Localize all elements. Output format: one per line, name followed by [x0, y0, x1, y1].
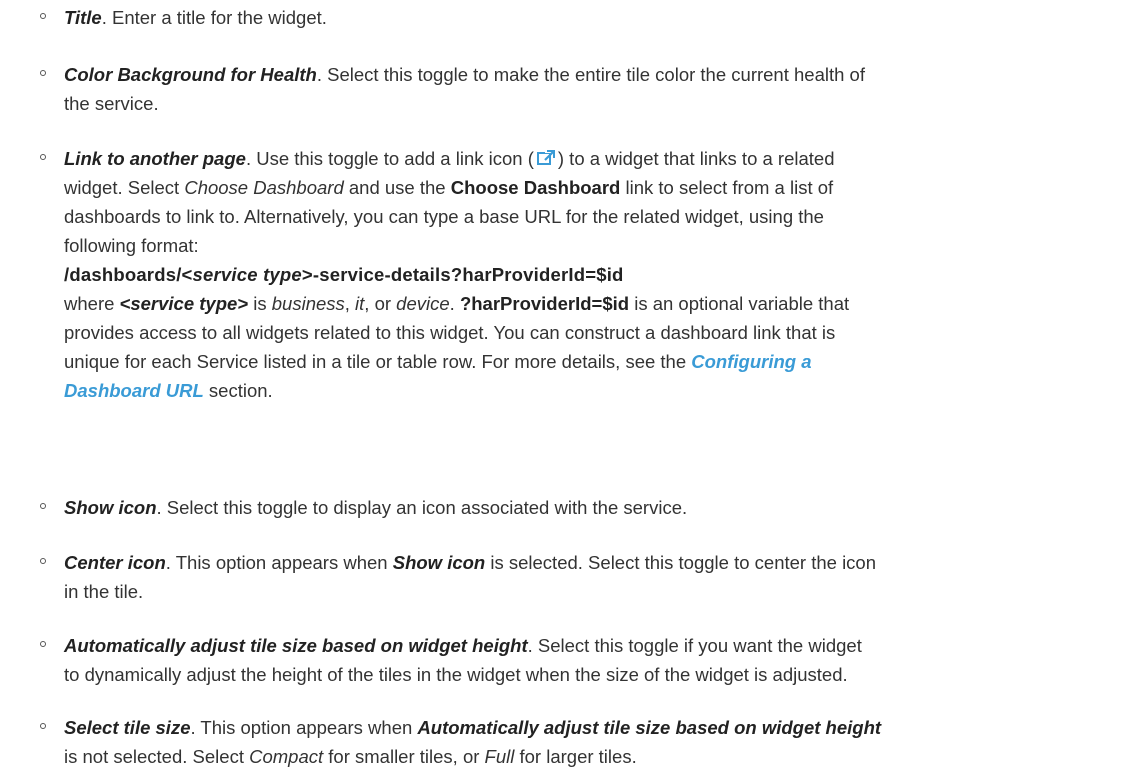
bullet-icon: [40, 70, 46, 76]
bullet-icon: [40, 723, 46, 729]
list-item-text: Link to another page. Use this toggle to…: [64, 144, 1104, 405]
list-item-text: Select tile size. This option appears wh…: [64, 717, 882, 767]
list-item-text: Title. Enter a title for the widget.: [64, 7, 327, 28]
term-title: Title: [64, 7, 102, 28]
term-center-icon: Center icon: [64, 552, 166, 573]
bullet-icon: [40, 154, 46, 160]
bullet-icon: [40, 13, 46, 19]
url-format: /dashboards/<service type>-service-detai…: [64, 264, 624, 285]
list-item-text: Automatically adjust tile size based on …: [64, 635, 862, 685]
term-link-to-page: Link to another page: [64, 148, 246, 169]
bullet-icon: [40, 558, 46, 564]
bullet-icon: [40, 503, 46, 509]
term-select-tile-size: Select tile size: [64, 717, 191, 738]
bullet-icon: [40, 641, 46, 647]
choose-dashboard-label: Choose Dashboard: [450, 177, 621, 198]
list-item-text: Show icon. Select this toggle to display…: [64, 497, 688, 518]
external-link-icon: [536, 145, 556, 166]
term-color-background: Color Background for Health: [64, 64, 317, 85]
term-show-icon: Show icon: [64, 497, 157, 518]
list-item-text: Color Background for Health. Select this…: [64, 64, 865, 114]
term-auto-adjust: Automatically adjust tile size based on …: [64, 635, 528, 656]
list-item-text: Center icon. This option appears when Sh…: [64, 552, 877, 602]
